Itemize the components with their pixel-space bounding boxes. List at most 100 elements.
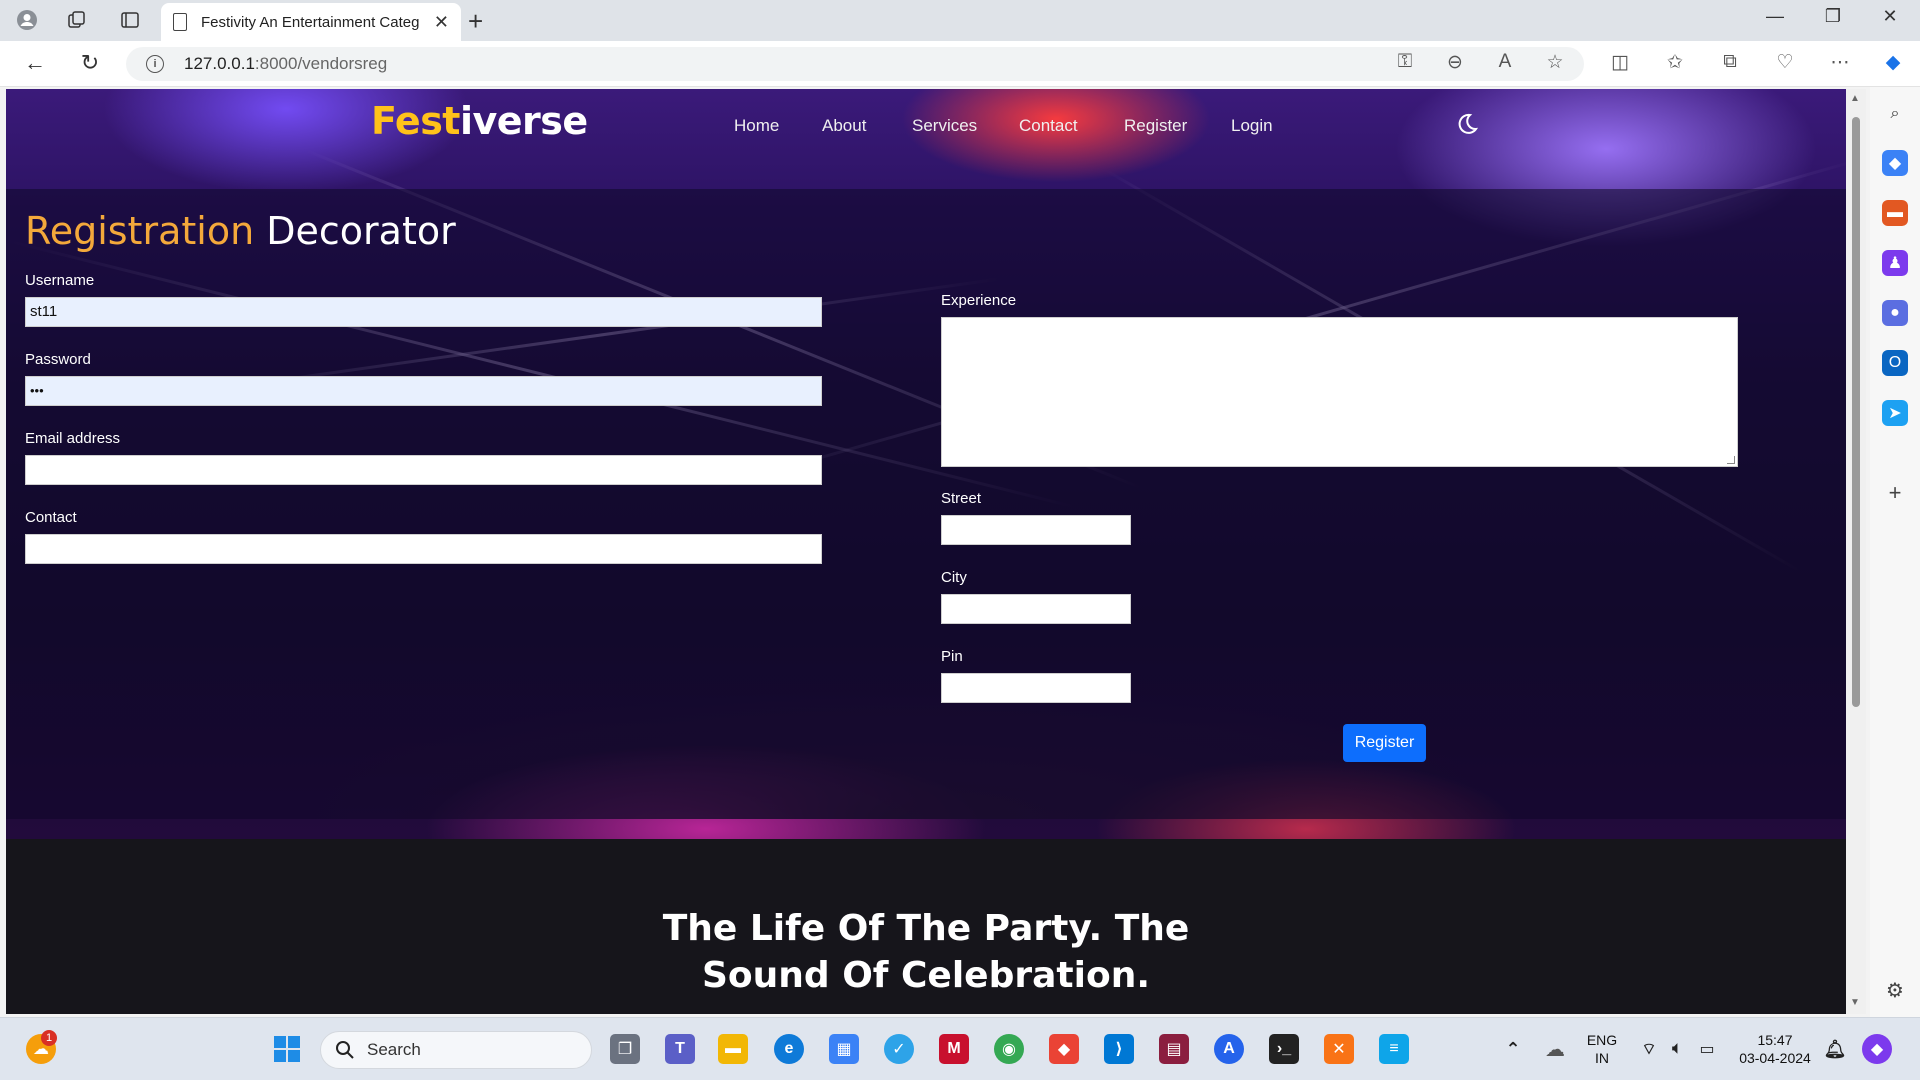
site-info-icon[interactable]: i [146,55,164,73]
taskbar-search[interactable]: Search [320,1031,592,1069]
tab-title: Festivity An Entertainment Categ [201,13,420,31]
edge-sidebar: ⌕ ◆ ▬ ♟ ● O ➤ + ⚙ [1870,87,1920,1017]
maximize-icon[interactable]: ❐ [1813,6,1853,27]
notification-bell-icon[interactable]: 🔔︎ [1820,1034,1850,1064]
favorite-star-icon[interactable]: ☆ [1540,51,1570,74]
sidebar-add-icon[interactable]: + [1882,480,1908,506]
profile-icon[interactable] [12,6,42,34]
page-icon [173,13,187,31]
volume-icon[interactable]: 🔈︎ [1662,1034,1692,1064]
app-icon-a[interactable]: A [1214,1034,1244,1064]
contact-input[interactable] [25,534,822,564]
copilot-icon[interactable]: ◆ [1878,51,1908,74]
read-aloud-icon[interactable]: A [1490,51,1520,73]
nav-register[interactable]: Register [1124,116,1187,136]
key-icon[interactable]: ⚿ [1390,51,1420,73]
winrar-icon[interactable]: ▤ [1159,1034,1189,1064]
more-menu-icon[interactable]: ⋯ [1825,51,1855,74]
onedrive-icon[interactable]: ☁ [1540,1034,1570,1064]
tray-chevron-icon[interactable]: ⌃ [1498,1034,1528,1064]
mcafee-icon[interactable]: M [939,1034,969,1064]
city-input[interactable] [941,594,1131,624]
site-logo[interactable]: Festiverse [371,99,588,143]
page-viewport: Festiverse Home About Services Contact R… [6,89,1846,1014]
pin-label: Pin [941,648,963,665]
url-host: 127.0.0.1 [184,54,255,73]
minimize-icon[interactable]: — [1755,6,1795,27]
scroll-thumb[interactable] [1852,117,1860,707]
close-window-icon[interactable]: ✕ [1870,6,1910,27]
zoom-icon[interactable]: ⊖ [1440,51,1470,74]
email-label: Email address [25,430,121,447]
city-label: City [941,569,967,586]
back-icon[interactable]: ← [20,50,50,76]
browser-tab-bar: Festivity An Entertainment Categ ✕ + — ❐… [0,0,1920,41]
collections-icon[interactable]: ⧉ [1715,51,1745,73]
nav-home[interactable]: Home [734,116,779,136]
battery-icon[interactable]: ▭ [1692,1034,1722,1064]
password-input[interactable]: ••• [25,376,822,406]
wifi-icon[interactable]: ⌔ [1634,1034,1664,1064]
terminal-icon[interactable]: ›_ [1269,1034,1299,1064]
username-input[interactable]: st11 [25,297,822,327]
app-icon-red[interactable]: ◆ [1049,1034,1079,1064]
scroll-up-icon[interactable]: ▲ [1850,93,1860,104]
sidebar-search-icon[interactable]: ⌕ [1882,101,1908,127]
notepad-icon[interactable]: ≡ [1379,1034,1409,1064]
sidebar-copilot-icon[interactable]: ● [1882,300,1908,326]
workspaces-icon[interactable] [62,6,92,34]
email-input[interactable] [25,455,822,485]
scroll-down-icon[interactable]: ▼ [1850,997,1860,1008]
clock[interactable]: 15:47 03-04-2024 [1730,1031,1820,1067]
start-windows-icon[interactable] [272,1034,302,1064]
chrome-icon[interactable]: ◉ [994,1034,1024,1064]
vscode-icon[interactable]: ⟩ [1104,1034,1134,1064]
sidebar-send-icon[interactable]: ➤ [1882,400,1908,426]
active-tab[interactable]: Festivity An Entertainment Categ ✕ [161,3,461,41]
new-tab-icon[interactable]: + [468,6,483,37]
nav-contact[interactable]: Contact [1019,116,1078,136]
dark-mode-moon-icon[interactable] [1453,111,1479,137]
search-icon [336,1041,354,1059]
browser-essentials-icon[interactable]: ♡ [1770,51,1800,74]
teams-icon[interactable]: T [665,1034,695,1064]
tagline-line2: Sound Of Celebration. [701,955,1150,996]
windows-taskbar: ☁ 1 Search ❐ T ▬ e ▦ ✓ M ◉ ◆ ⟩ ▤ A ›_ ✕ … [0,1017,1920,1080]
experience-label: Experience [941,292,1017,309]
register-button[interactable]: Register [1343,724,1426,762]
clock-time: 15:47 [1757,1032,1793,1048]
favorites-icon[interactable]: ✩ [1660,51,1690,74]
url-bar[interactable]: i 127.0.0.1:8000/vendorsreg [126,47,1584,81]
copilot-taskbar-icon[interactable]: ◆ [1862,1034,1892,1064]
edge-icon[interactable]: e [774,1034,804,1064]
task-view-icon[interactable]: ❐ [610,1034,640,1064]
experience-textarea[interactable] [941,317,1738,467]
sidebar-settings-icon[interactable]: ⚙ [1882,977,1908,1003]
sidebar-outlook-icon[interactable]: O [1882,350,1908,376]
store-icon[interactable]: ▦ [829,1034,859,1064]
tab-close-icon[interactable]: ✕ [434,12,449,33]
language-indicator[interactable]: ENG IN [1582,1031,1622,1067]
sidebar-tools-icon[interactable]: ▬ [1882,200,1908,226]
app-icon-blue[interactable]: ✓ [884,1034,914,1064]
sidebar-games-icon[interactable]: ♟ [1882,250,1908,276]
street-input[interactable] [941,515,1131,545]
xampp-icon[interactable]: ✕ [1324,1034,1354,1064]
nav-services[interactable]: Services [912,116,977,136]
sidebar-shopping-icon[interactable]: ◆ [1882,150,1908,176]
content-overlay [6,189,1846,819]
pin-input[interactable] [941,673,1131,703]
resize-grip-icon[interactable] [1727,456,1735,464]
lang-line1: ENG [1586,1032,1618,1048]
page-scrollbar[interactable]: ▲ ▼ [1846,89,1866,1014]
nav-login[interactable]: Login [1231,116,1273,136]
refresh-icon[interactable]: ↻ [75,50,105,76]
split-screen-icon[interactable]: ◫ [1605,51,1635,74]
tab-actions-icon[interactable] [115,6,145,34]
brand-part1: Fest [371,99,460,143]
file-explorer-icon[interactable]: ▬ [718,1034,748,1064]
page-heading: Registration Decorator [25,209,456,253]
nav-about[interactable]: About [822,116,866,136]
weather-badge: 1 [41,1030,57,1046]
street-label: Street [941,490,982,507]
